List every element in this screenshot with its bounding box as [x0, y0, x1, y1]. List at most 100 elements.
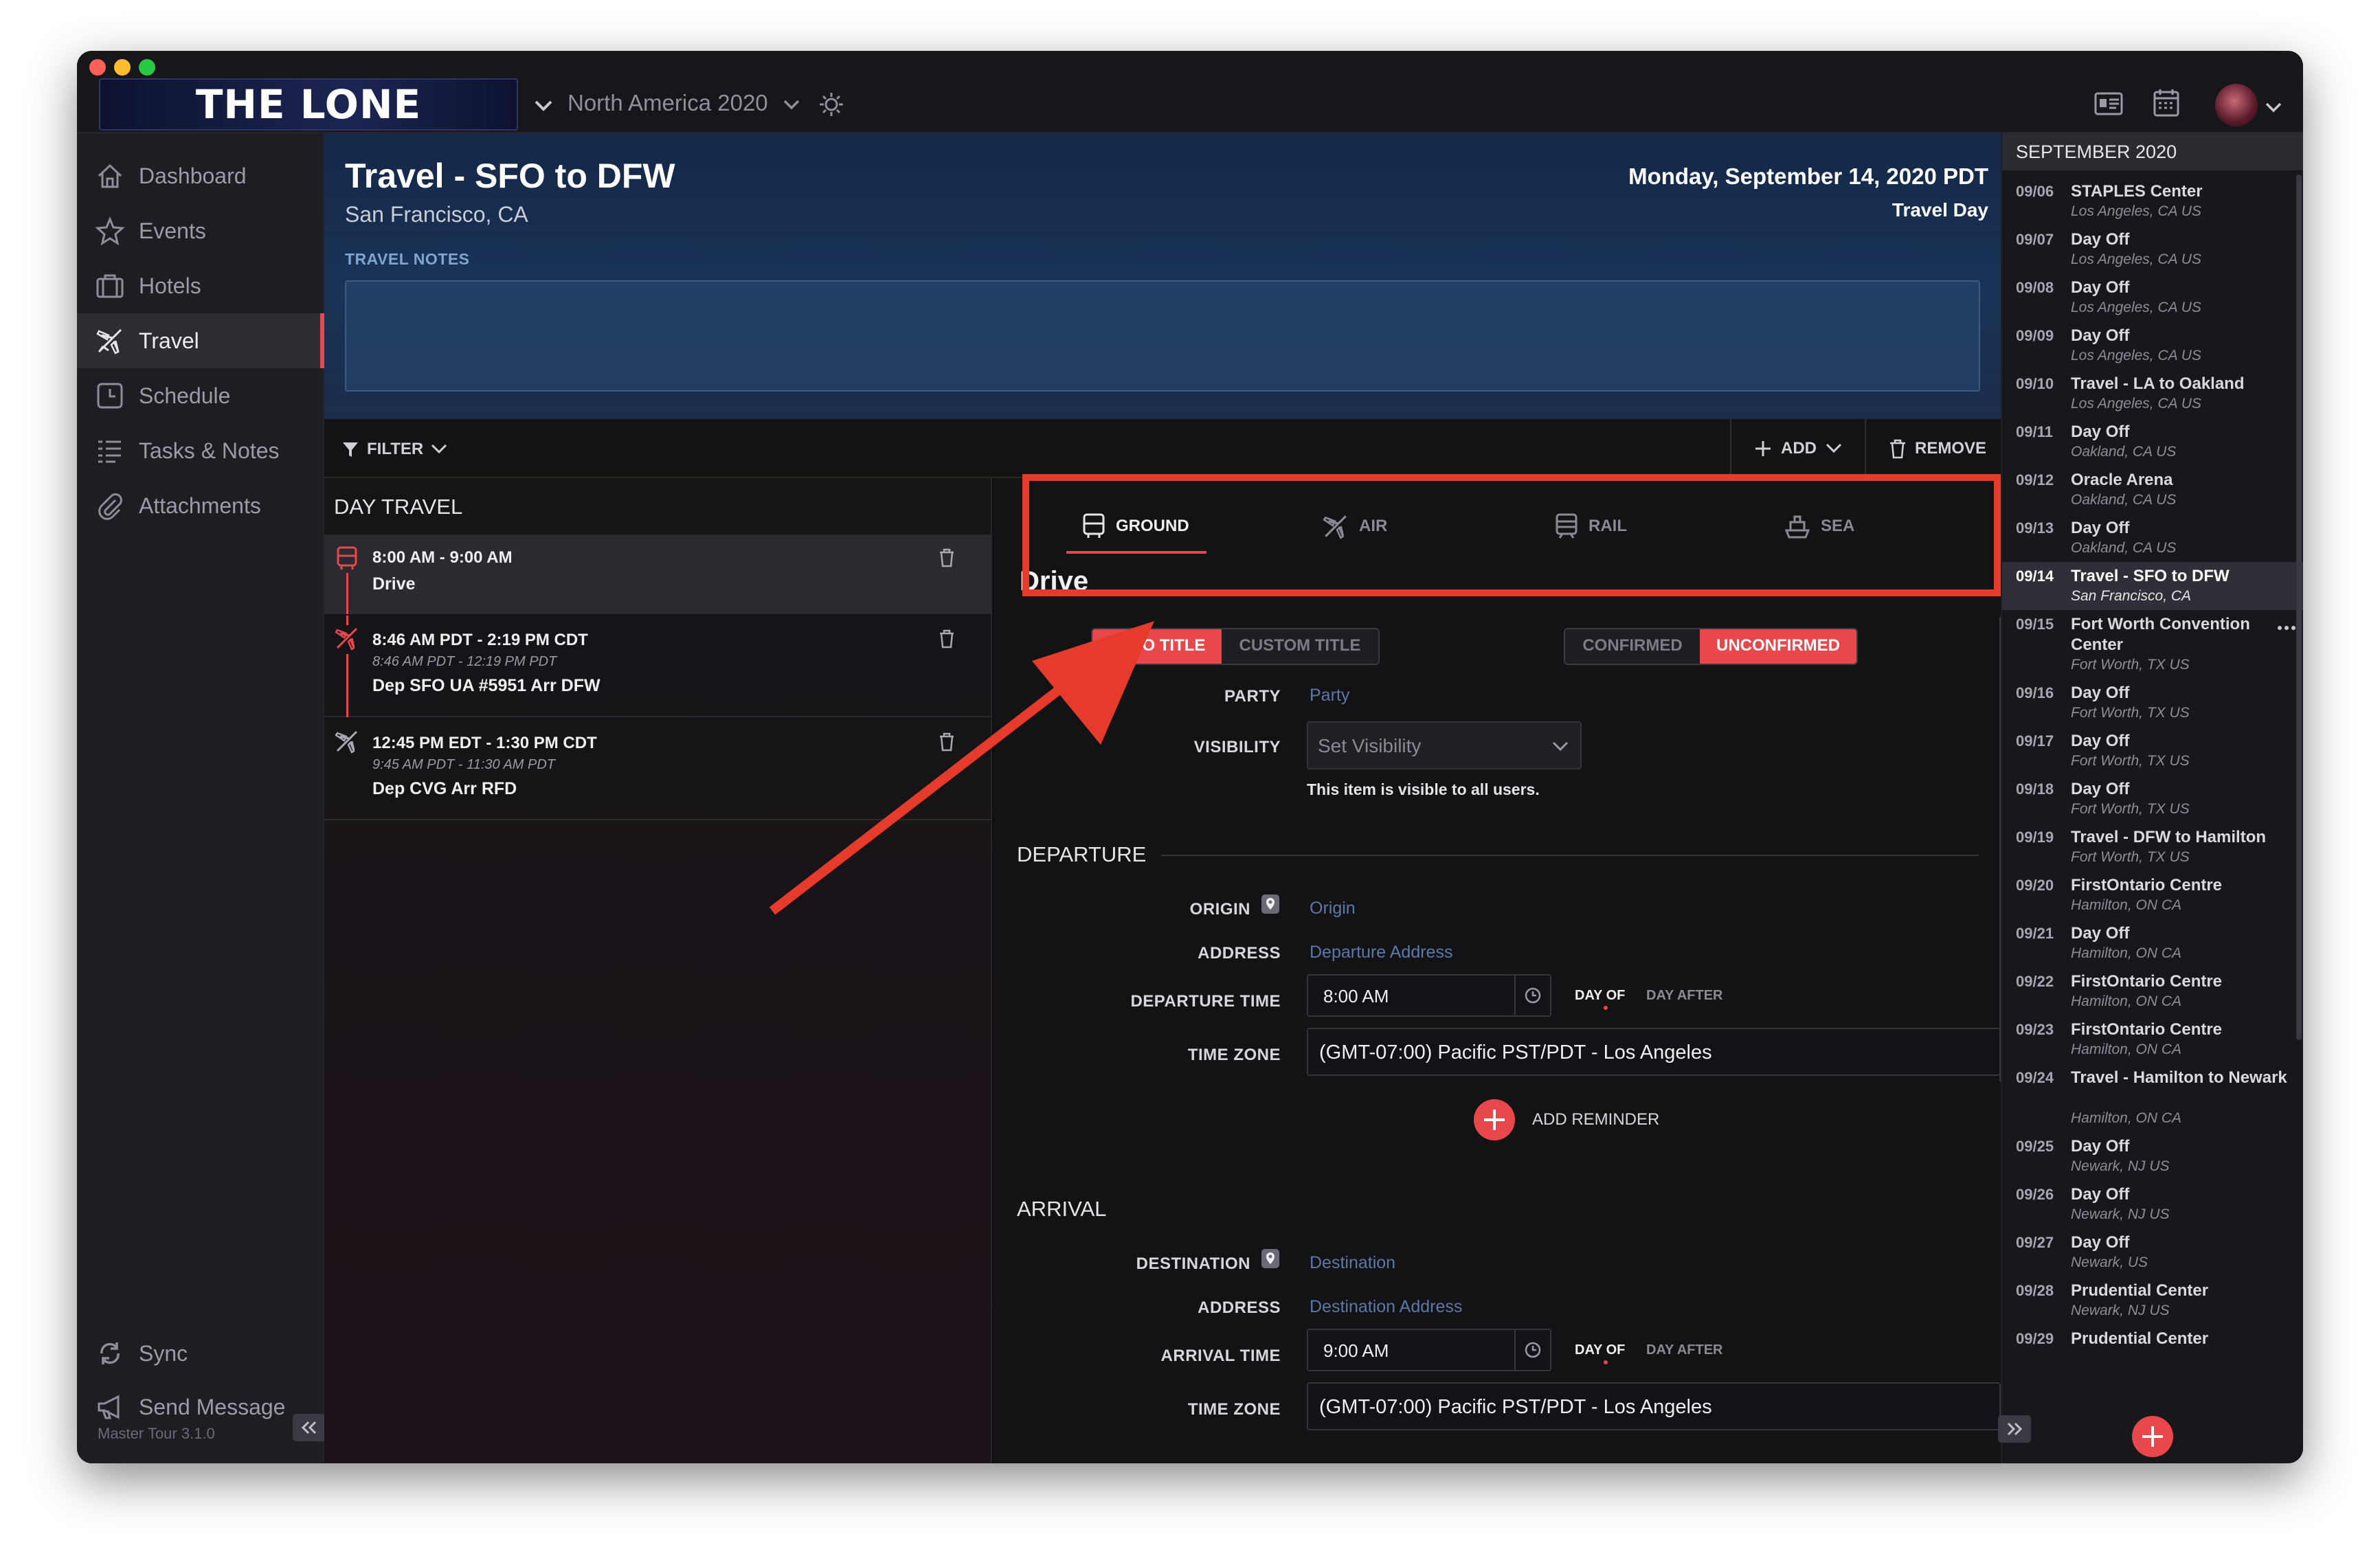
collapse-sidebar-button[interactable]	[293, 1414, 326, 1441]
calendar-entry[interactable]: 09/13 Day Off Oakland, CA US	[2002, 518, 2303, 566]
calendar-entry[interactable]: 09/12 Oracle Arena Oakland, CA US	[2002, 470, 2303, 518]
header-date: Monday, September 14, 2020 PDT	[1628, 164, 1988, 189]
origin-field[interactable]: Origin	[1310, 899, 1356, 919]
input-divider	[1514, 976, 1516, 1015]
calendar-icon[interactable]	[2153, 88, 2179, 117]
calendar-entry[interactable]: 09/09 Day Off Los Angeles, CA US	[2002, 326, 2303, 374]
map-pin-icon	[1261, 1249, 1279, 1268]
sidebar-item-schedule[interactable]: Schedule	[77, 368, 324, 423]
plane-icon	[96, 328, 122, 354]
calendar-entry-location: Newark, NJ US	[2071, 1206, 2170, 1222]
chevron-down-icon	[1552, 741, 1569, 752]
day-of-option[interactable]: DAY OF	[1575, 1342, 1625, 1358]
calendar-entry-title: FirstOntario Centre	[2071, 1020, 2223, 1039]
gear-icon[interactable]	[818, 91, 845, 118]
calendar-entry[interactable]: 09/08 Day Off Los Angeles, CA US	[2002, 278, 2303, 326]
visibility-select[interactable]: Set Visibility	[1307, 721, 1582, 769]
section-divider	[1161, 855, 1979, 856]
calendar-panel: SEPTEMBER 2020 09/06 STAPLES Center Los An…	[1998, 133, 2303, 1463]
calendar-entry-date: 09/11	[2016, 423, 2053, 440]
calendar-entry-title: Day Off	[2071, 732, 2130, 750]
map-pin-icon	[1261, 894, 1279, 914]
sync-button[interactable]: Sync	[77, 1326, 324, 1381]
tour-selector[interactable]: North America 2020	[568, 88, 768, 118]
calendar-entry[interactable]: 09/19 Travel - DFW to Hamilton Fort Worth,…	[2002, 827, 2303, 875]
calendar-entry[interactable]: 09/20 FirstOntario Centre Hamilton, ON CA	[2002, 875, 2303, 923]
party-field[interactable]: Party	[1310, 686, 1349, 706]
calendar-entry-title: Travel - LA to Oakland	[2071, 374, 2245, 393]
more-options-icon[interactable]	[2277, 625, 2296, 631]
calendar-entry-title: Travel - DFW to Hamilton	[2071, 828, 2267, 846]
chevron-down-icon[interactable]	[782, 99, 801, 111]
calendar-entry-location: Fort Worth, TX US	[2071, 849, 2190, 865]
sidebar-item-attachments[interactable]: Attachments	[77, 478, 324, 533]
day-after-option[interactable]: DAY AFTER	[1646, 1342, 1723, 1358]
clock-icon[interactable]	[1524, 987, 1542, 1004]
calendar-entry[interactable]: 09/17 Day Off Fort Worth, TX US	[2002, 731, 2303, 779]
contact-card-icon[interactable]	[2094, 92, 2123, 115]
close-window-button[interactable]	[89, 59, 106, 76]
sidebar-item-travel[interactable]: Travel	[77, 313, 324, 368]
filter-button[interactable]: FILTER	[341, 436, 448, 463]
calendar-entry-title: STAPLES Center	[2071, 182, 2203, 201]
trash-icon	[1889, 439, 1905, 459]
sidebar-item-events[interactable]: Events	[77, 203, 324, 258]
add-button[interactable]: ADD	[1730, 419, 1865, 478]
calendar-entry[interactable]: 09/26 Day Off Newark, NJ US	[2002, 1184, 2303, 1232]
clock-icon[interactable]	[1524, 1341, 1542, 1359]
confirmed-button[interactable]: CONFIRMED	[1565, 629, 1700, 664]
add-reminder-button[interactable]: ADD REMINDER	[1473, 1098, 1659, 1142]
travel-item-secondary: 8:46 AM PDT - 12:19 PM PDT	[372, 654, 557, 669]
arrival-address-field[interactable]: Destination Address	[1310, 1297, 1462, 1317]
add-event-button[interactable]	[2131, 1415, 2174, 1458]
day-after-option[interactable]: DAY AFTER	[1646, 988, 1723, 1004]
calendar-entry[interactable]: 09/14 Travel - SFO to DFW San Francisco, C…	[2002, 562, 2303, 610]
calendar-entry[interactable]: 09/10 Travel - LA to Oakland Los Angeles, …	[2002, 374, 2303, 422]
calendar-entry[interactable]: 09/27 Day Off Newark, US	[2002, 1232, 2303, 1281]
chevron-down-icon[interactable]	[2265, 102, 2282, 114]
calendar-entry[interactable]: 09/29 Prudential Center	[2002, 1329, 2303, 1349]
zoom-window-button[interactable]	[139, 59, 155, 76]
calendar-scrollbar[interactable]	[2296, 174, 2302, 1040]
departure-address-field[interactable]: Departure Address	[1310, 943, 1452, 962]
calendar-month: SEPTEMBER 2020	[2002, 133, 2303, 170]
custom-title-button[interactable]: CUSTOM TITLE	[1222, 629, 1378, 664]
calendar-entry[interactable]: 09/24 Travel - Hamilton to Newark Hamilton…	[2002, 1068, 2303, 1136]
sidebar-item-hotels[interactable]: Hotels	[77, 258, 324, 313]
calendar-entry[interactable]: 09/18 Day Off Fort Worth, TX US	[2002, 779, 2303, 827]
departure-timezone-select[interactable]: (GMT-07:00) Pacific PST/PDT - Los Angele…	[1307, 1028, 2001, 1076]
calendar-entry-title: FirstOntario Centre	[2071, 876, 2223, 894]
remove-button[interactable]: REMOVE	[1865, 419, 2009, 478]
calendar-entry[interactable]: 09/22 FirstOntario Centre Hamilton, ON CA	[2002, 971, 2303, 1020]
calendar-entry[interactable]: 09/21 Day Off Hamilton, ON CA	[2002, 923, 2303, 971]
calendar-entry[interactable]: 09/28 Prudential Center Newark, NJ US	[2002, 1281, 2303, 1329]
arrival-time-label: ARRIVAL TIME	[1160, 1347, 1281, 1365]
sidebar-item-label: Attachments	[139, 493, 261, 518]
calendar-entry[interactable]: 09/25 Day Off Newark, NJ US	[2002, 1136, 2303, 1184]
trash-icon[interactable]	[939, 548, 955, 567]
calendar-entry[interactable]: 09/07 Day Off Los Angeles, CA US	[2002, 229, 2303, 278]
sidebar-item-dashboard[interactable]: Dashboard	[77, 148, 324, 203]
calendar-entry[interactable]: 09/16 Day Off Fort Worth, TX US	[2002, 683, 2303, 731]
user-avatar[interactable]	[2215, 84, 2258, 126]
minimize-window-button[interactable]	[114, 59, 131, 76]
arrival-time-input[interactable]: 9:00 AM	[1307, 1329, 1551, 1371]
calendar-entry[interactable]: 09/23 FirstOntario Centre Hamilton, ON CA	[2002, 1020, 2303, 1068]
calendar-entry[interactable]: 09/11 Day Off Oakland, CA US	[2002, 422, 2303, 470]
calendar-entry[interactable]: 09/15 Fort Worth Convention Center Fort Wo…	[2002, 614, 2303, 683]
travel-notes-input[interactable]	[345, 280, 1980, 392]
departure-timezone-label: TIME ZONE	[1187, 1046, 1281, 1064]
chevron-down-icon	[1826, 443, 1842, 453]
arrival-timezone-select[interactable]: (GMT-07:00) Pacific PST/PDT - Los Angele…	[1307, 1382, 2001, 1430]
day-of-option[interactable]: DAY OF	[1575, 988, 1625, 1004]
departure-time-input[interactable]: 8:00 AM	[1307, 974, 1551, 1017]
travel-list-item[interactable]: 8:00 AM - 9:00 AM Drive	[324, 534, 992, 614]
calendar-entry[interactable]: 09/06 STAPLES Center Los Angeles, CA US	[2002, 181, 2303, 229]
calendar-entry-title: FirstOntario Centre	[2071, 972, 2223, 991]
destination-field[interactable]: Destination	[1310, 1253, 1395, 1273]
day-of-indicator	[1604, 1006, 1608, 1010]
chevron-down-icon[interactable]	[533, 99, 554, 113]
collapse-calendar-button[interactable]	[1998, 1415, 2031, 1443]
unconfirmed-button[interactable]: UNCONFIRMED	[1700, 629, 1856, 664]
sidebar-item-tasks-notes[interactable]: Tasks & Notes	[77, 423, 324, 478]
